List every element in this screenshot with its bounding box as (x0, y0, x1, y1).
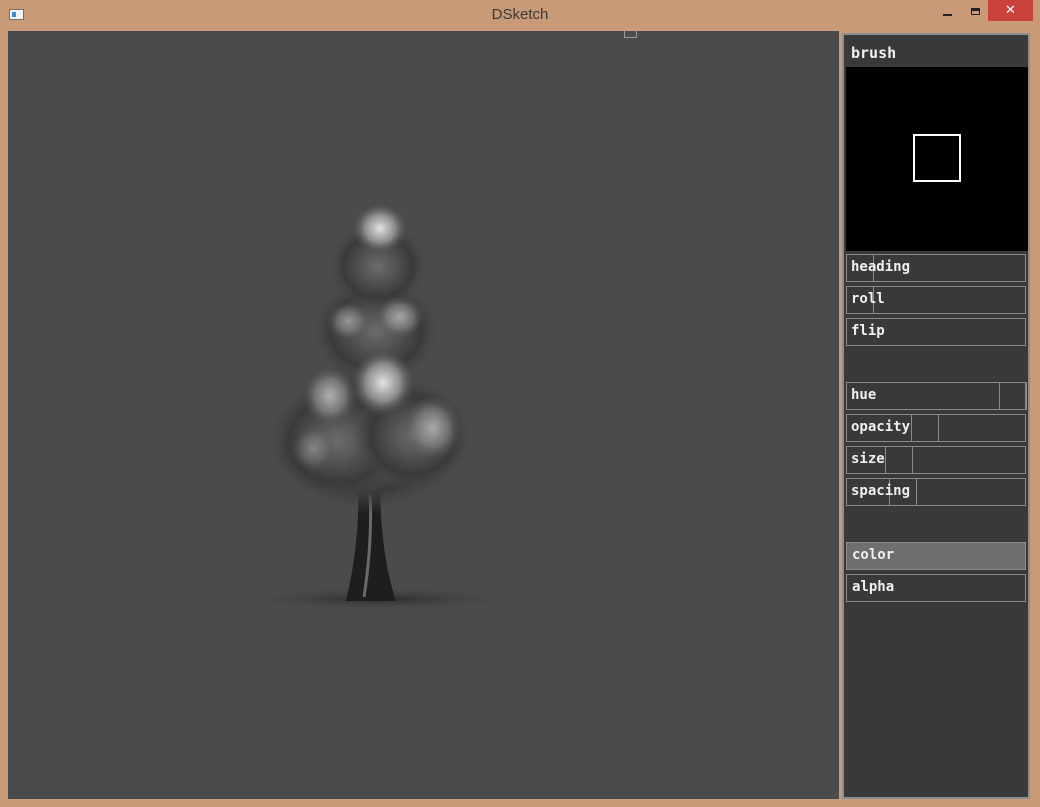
size-slider[interactable]: size (846, 446, 1026, 474)
brush-preview (846, 67, 1028, 251)
roll-slider[interactable]: roll (846, 286, 1026, 314)
hue-slider[interactable]: hue (846, 382, 1027, 410)
size-slider-label: size (851, 451, 885, 467)
hue-slider-label: hue (851, 387, 877, 403)
hue-slider-handle[interactable] (999, 382, 1027, 410)
alpha-button-label: alpha (852, 579, 895, 595)
drawing-canvas[interactable] (8, 31, 839, 799)
title-bar[interactable]: DSketch ✕ (0, 0, 1040, 31)
alpha-button[interactable]: alpha (846, 574, 1026, 602)
flip-slider-label: flip (851, 323, 885, 339)
color-button-label: color (852, 547, 895, 563)
maximize-button[interactable] (962, 0, 988, 22)
app-window: DSketch ✕ brush heading roll flip hue op… (0, 0, 1040, 807)
color-button[interactable]: color (846, 542, 1026, 570)
minimize-button[interactable] (934, 0, 960, 22)
flip-slider[interactable]: flip (846, 318, 1026, 346)
spacing-slider-label: spacing (851, 483, 911, 499)
minimize-icon (942, 14, 952, 16)
spacing-slider[interactable]: spacing (846, 478, 1026, 506)
size-slider-handle[interactable] (885, 446, 913, 474)
opacity-slider[interactable]: opacity (846, 414, 1026, 442)
maximize-icon (970, 7, 980, 15)
close-button[interactable]: ✕ (988, 0, 1033, 21)
roll-slider-label: roll (851, 291, 885, 307)
close-icon: ✕ (1005, 3, 1016, 18)
opacity-slider-handle[interactable] (911, 414, 939, 442)
panel-title: brush (851, 44, 897, 62)
brush-shape-preview (913, 134, 961, 182)
heading-slider[interactable]: heading (846, 254, 1026, 282)
heading-slider-label: heading (851, 259, 911, 275)
window-title: DSketch (491, 6, 549, 23)
tree-sketch (233, 205, 523, 611)
opacity-slider-label: opacity (851, 419, 911, 435)
brush-panel: brush heading roll flip hue opacity size (842, 33, 1030, 799)
